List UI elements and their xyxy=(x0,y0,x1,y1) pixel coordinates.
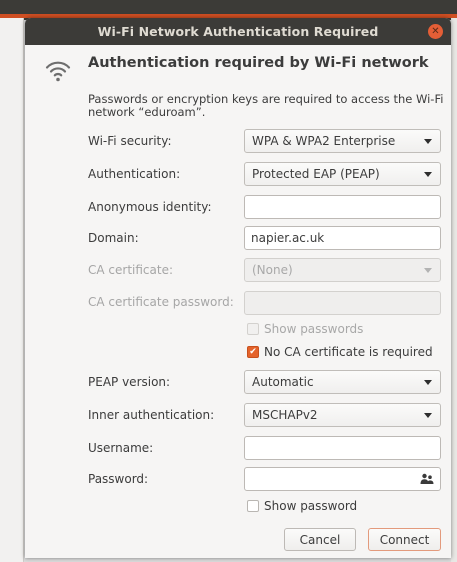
peap-version-value: Automatic xyxy=(252,375,314,389)
window-title: Wi-Fi Network Authentication Required xyxy=(97,24,379,39)
cancel-button[interactable]: Cancel xyxy=(284,528,356,551)
show-passwords-label: Show passwords xyxy=(264,322,364,336)
domain-value: napier.ac.uk xyxy=(251,231,325,245)
wifi-security-select[interactable]: WPA & WPA2 Enterprise xyxy=(244,129,441,153)
inner-authentication-value: MSCHAPv2 xyxy=(252,408,318,422)
anonymous-identity-input[interactable] xyxy=(244,195,441,219)
password-label: Password: xyxy=(88,472,149,486)
titlebar: Wi-Fi Network Authentication Required ✕ xyxy=(25,18,451,45)
password-input[interactable] xyxy=(244,467,441,491)
ca-certificate-value: (None) xyxy=(252,263,293,277)
checkmark-icon: ✔ xyxy=(247,346,259,358)
username-input[interactable] xyxy=(244,436,441,460)
inner-authentication-select[interactable]: MSCHAPv2 xyxy=(244,403,441,427)
authentication-value: Protected EAP (PEAP) xyxy=(252,167,380,181)
chevron-down-icon xyxy=(424,413,432,418)
ca-certificate-password-label: CA certificate password: xyxy=(88,295,234,309)
chevron-down-icon xyxy=(424,268,432,273)
domain-label: Domain: xyxy=(88,231,139,245)
ca-certificate-password-input xyxy=(244,291,441,315)
background-window-left xyxy=(0,18,24,562)
chevron-down-icon xyxy=(424,380,432,385)
no-ca-required-checkbox[interactable]: ✔ No CA certificate is required xyxy=(247,345,433,359)
connect-button[interactable]: Connect xyxy=(368,528,441,551)
wifi-security-value: WPA & WPA2 Enterprise xyxy=(252,134,396,148)
connect-button-label: Connect xyxy=(379,532,430,547)
wifi-icon xyxy=(45,61,71,82)
username-label: Username: xyxy=(88,441,154,455)
authentication-label: Authentication: xyxy=(88,167,181,181)
checkbox-box xyxy=(247,323,259,335)
close-icon: ✕ xyxy=(431,25,440,37)
no-ca-required-label: No CA certificate is required xyxy=(264,345,433,359)
show-password-label: Show password xyxy=(264,499,358,513)
show-password-checkbox[interactable]: Show password xyxy=(247,499,357,513)
cancel-button-label: Cancel xyxy=(299,532,341,547)
wifi-auth-dialog: Wi-Fi Network Authentication Required ✕ … xyxy=(25,18,451,558)
peap-version-select[interactable]: Automatic xyxy=(244,370,441,394)
ca-certificate-label: CA certificate: xyxy=(88,263,173,277)
checkbox-box xyxy=(247,500,259,512)
chevron-down-icon xyxy=(424,172,432,177)
close-button[interactable]: ✕ xyxy=(428,24,443,39)
anonymous-identity-label: Anonymous identity: xyxy=(88,200,212,214)
background-window-right xyxy=(451,18,457,562)
wifi-security-label: Wi-Fi security: xyxy=(88,134,172,148)
peap-version-label: PEAP version: xyxy=(88,375,171,389)
ca-certificate-select: (None) xyxy=(244,258,441,282)
people-icon[interactable] xyxy=(420,473,434,485)
domain-input[interactable]: napier.ac.uk xyxy=(244,226,441,250)
dialog-heading: Authentication required by Wi-Fi network xyxy=(88,55,429,71)
dialog-description: Passwords or encryption keys are require… xyxy=(88,92,444,119)
authentication-select[interactable]: Protected EAP (PEAP) xyxy=(244,162,441,186)
inner-authentication-label: Inner authentication: xyxy=(88,408,215,422)
chevron-down-icon xyxy=(424,139,432,144)
show-passwords-checkbox: Show passwords xyxy=(247,322,363,336)
